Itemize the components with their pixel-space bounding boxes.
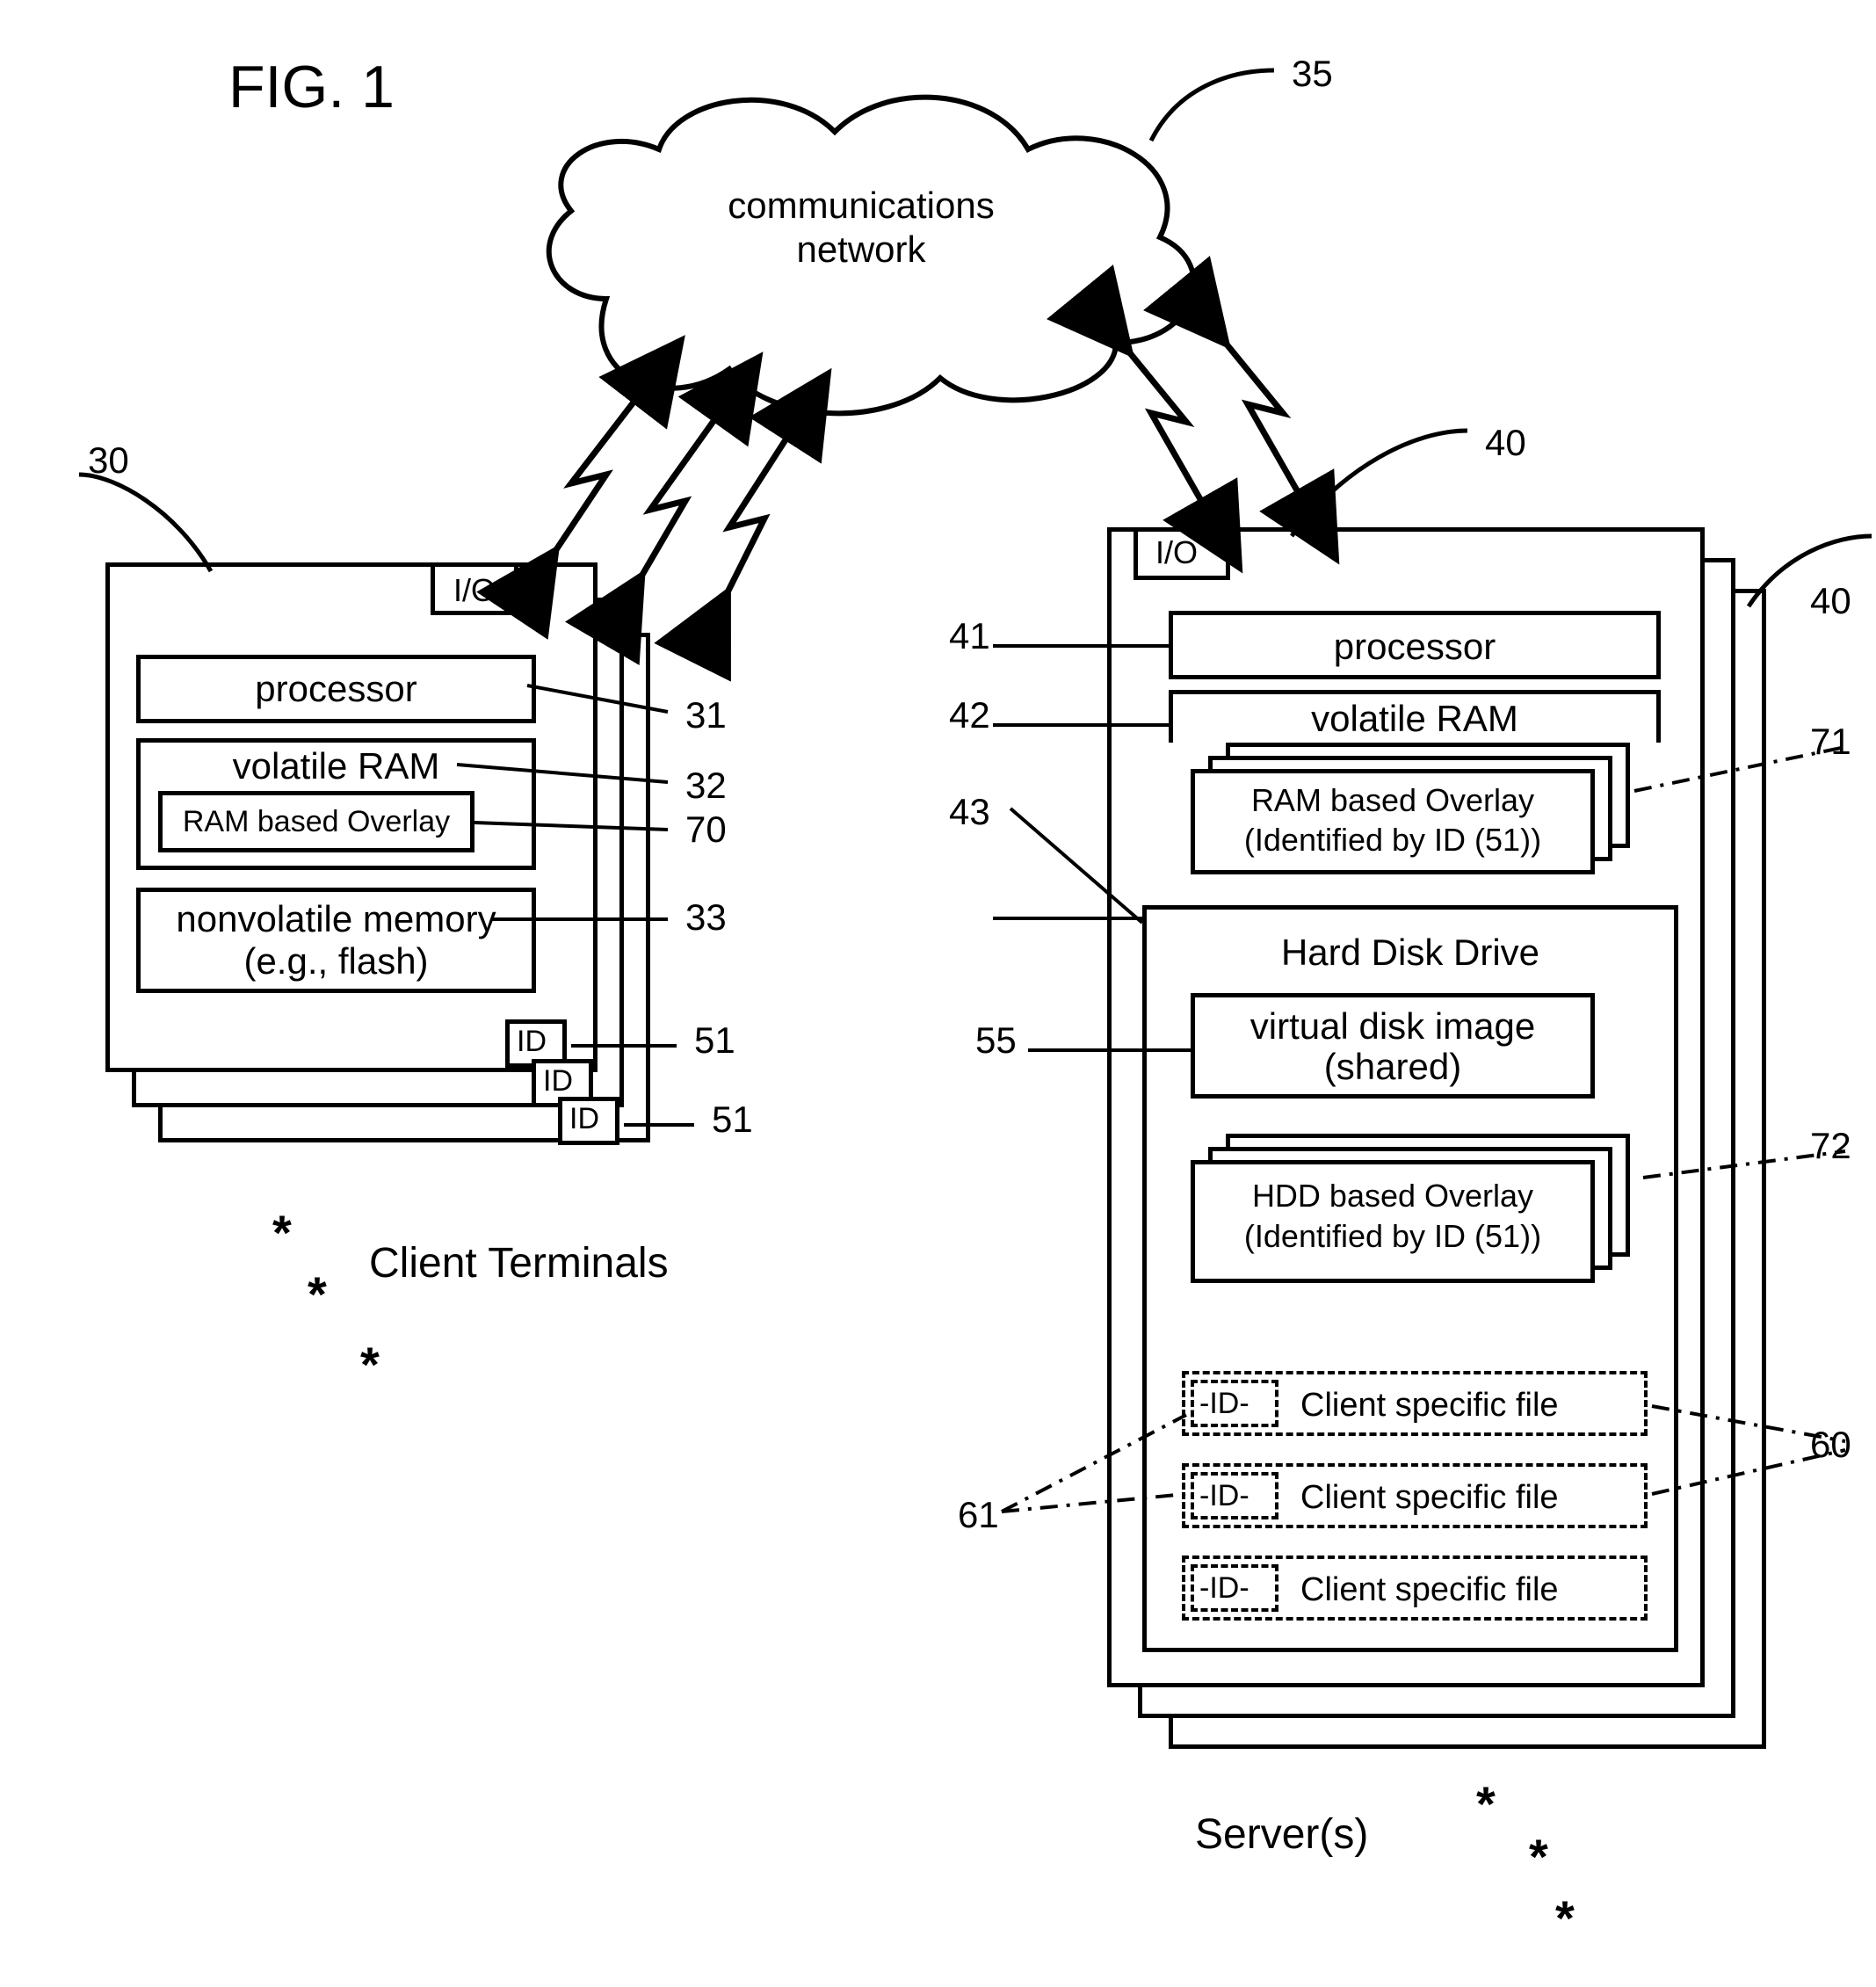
ld-32 xyxy=(457,756,703,809)
ref-70: 70 xyxy=(685,809,727,851)
lightning-server xyxy=(1054,299,1371,562)
ref-55: 55 xyxy=(975,1019,1017,1062)
ref-72: 72 xyxy=(1810,1125,1851,1167)
ld-70 xyxy=(474,817,703,852)
ld-31 xyxy=(527,668,703,721)
server-caption: Server(s) xyxy=(1195,1810,1368,1859)
ref-60: 60 xyxy=(1810,1424,1851,1466)
ref-31: 31 xyxy=(685,694,727,736)
server-ram-label: volatile RAM xyxy=(1169,698,1661,740)
ref-71: 71 xyxy=(1810,721,1851,763)
client-ram-overlay-label: RAM based Overlay xyxy=(158,805,474,839)
ld-33 xyxy=(492,914,703,940)
ref-40a: 40 xyxy=(1485,422,1526,464)
client-processor-label: processor xyxy=(136,668,536,710)
ref-35: 35 xyxy=(1292,53,1333,95)
client-nvm-l1: nonvolatile memory xyxy=(136,898,536,940)
cloud-label-2: network xyxy=(677,228,1046,271)
cloud-label-1: communications xyxy=(677,185,1046,227)
ref-43: 43 xyxy=(949,791,990,833)
ref-30: 30 xyxy=(88,439,129,482)
server-hdd-label: Hard Disk Drive xyxy=(1142,932,1678,974)
ref-41: 41 xyxy=(949,615,990,657)
ref-33: 33 xyxy=(685,896,727,939)
lightning-client xyxy=(483,343,852,624)
client-nvm-l2: (e.g., flash) xyxy=(136,940,536,983)
ld-51a xyxy=(571,1037,712,1063)
figure-title: FIG. 1 xyxy=(228,53,395,121)
ref-42: 42 xyxy=(949,694,990,736)
server-processor-label: processor xyxy=(1169,626,1661,668)
ref-61: 61 xyxy=(958,1494,999,1536)
ref-51b: 51 xyxy=(712,1099,753,1141)
ref-51a: 51 xyxy=(694,1019,735,1062)
ref-32: 32 xyxy=(685,765,727,807)
leader-35 xyxy=(1142,62,1283,167)
ref-40b: 40 xyxy=(1810,580,1851,622)
client-caption: Client Terminals xyxy=(369,1239,669,1287)
